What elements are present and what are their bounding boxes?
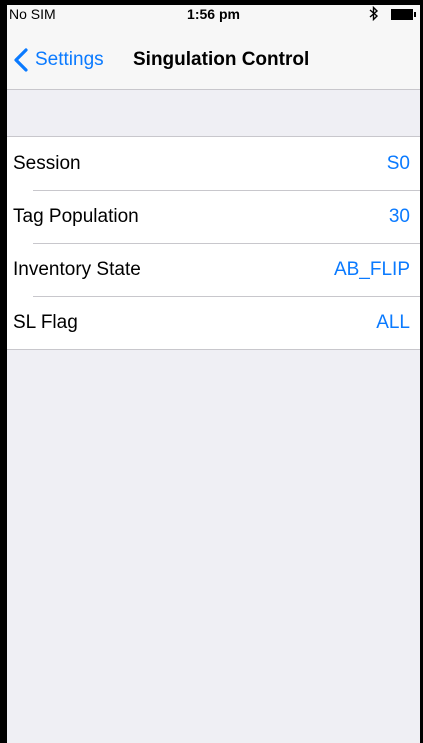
setting-label: SL Flag xyxy=(13,311,78,333)
setting-label: Session xyxy=(13,152,81,174)
back-button-label: Settings xyxy=(35,49,104,70)
page-title: Singulation Control xyxy=(133,49,310,70)
setting-row-tag-population[interactable]: Tag Population 30 xyxy=(7,190,420,243)
setting-value: ALL xyxy=(376,311,410,333)
setting-row-session[interactable]: Session S0 xyxy=(7,137,420,190)
status-bar: No SIM 1:56 pm xyxy=(7,5,420,31)
bluetooth-icon xyxy=(369,5,379,24)
setting-row-sl-flag[interactable]: SL Flag ALL xyxy=(7,296,420,349)
battery-icon xyxy=(391,9,416,20)
bluetooth-glyph xyxy=(369,5,379,22)
setting-label: Tag Population xyxy=(13,205,139,227)
status-time: 1:56 pm xyxy=(187,6,240,22)
setting-label: Inventory State xyxy=(13,258,141,280)
setting-value: 30 xyxy=(388,205,410,227)
setting-value: S0 xyxy=(386,152,410,174)
device-frame: No SIM 1:56 pm Settings Singulation Cont… xyxy=(0,0,423,743)
settings-table: Session S0 Tag Population 30 Inventory S… xyxy=(7,136,420,350)
setting-value: AB_FLIP xyxy=(333,258,410,280)
back-button[interactable]: Settings xyxy=(13,43,104,77)
chevron-left-icon xyxy=(14,48,28,72)
setting-row-inventory-state[interactable]: Inventory State AB_FLIP xyxy=(7,243,420,296)
navigation-bar: Settings Singulation Control xyxy=(7,31,420,90)
